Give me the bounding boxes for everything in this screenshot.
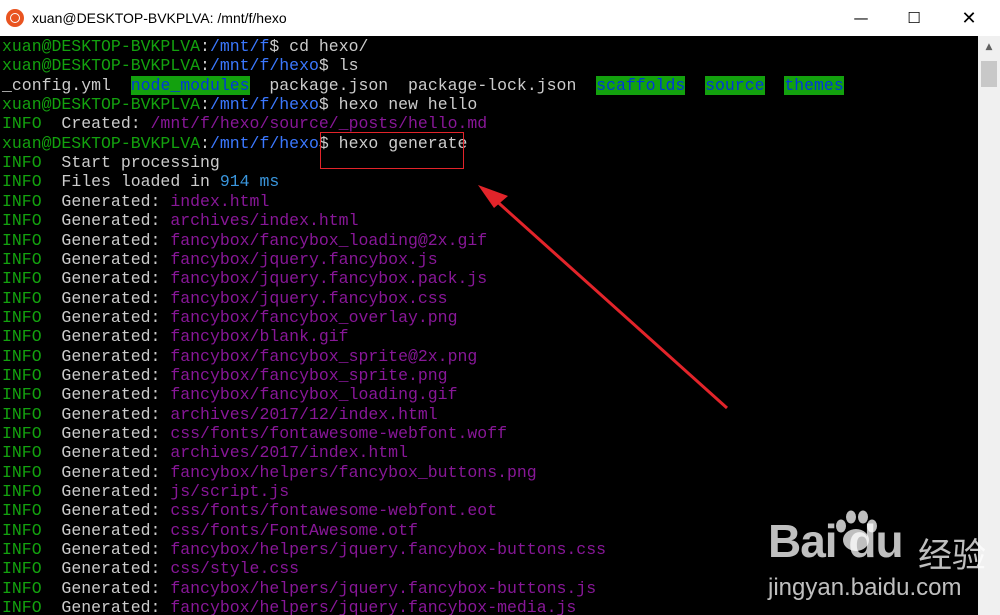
watermark-chinese: 经验: [918, 537, 986, 575]
watermark-url: jingyan.baidu.com: [768, 574, 962, 601]
terminal-window: xuan@DESKTOP-BVKPLVA: /mnt/f/hexo — ☐ ✕ …: [0, 0, 1000, 615]
baidu-watermark: Bai du 经验 jingyan.baidu.com: [768, 508, 998, 612]
paw-icon: [836, 510, 877, 551]
